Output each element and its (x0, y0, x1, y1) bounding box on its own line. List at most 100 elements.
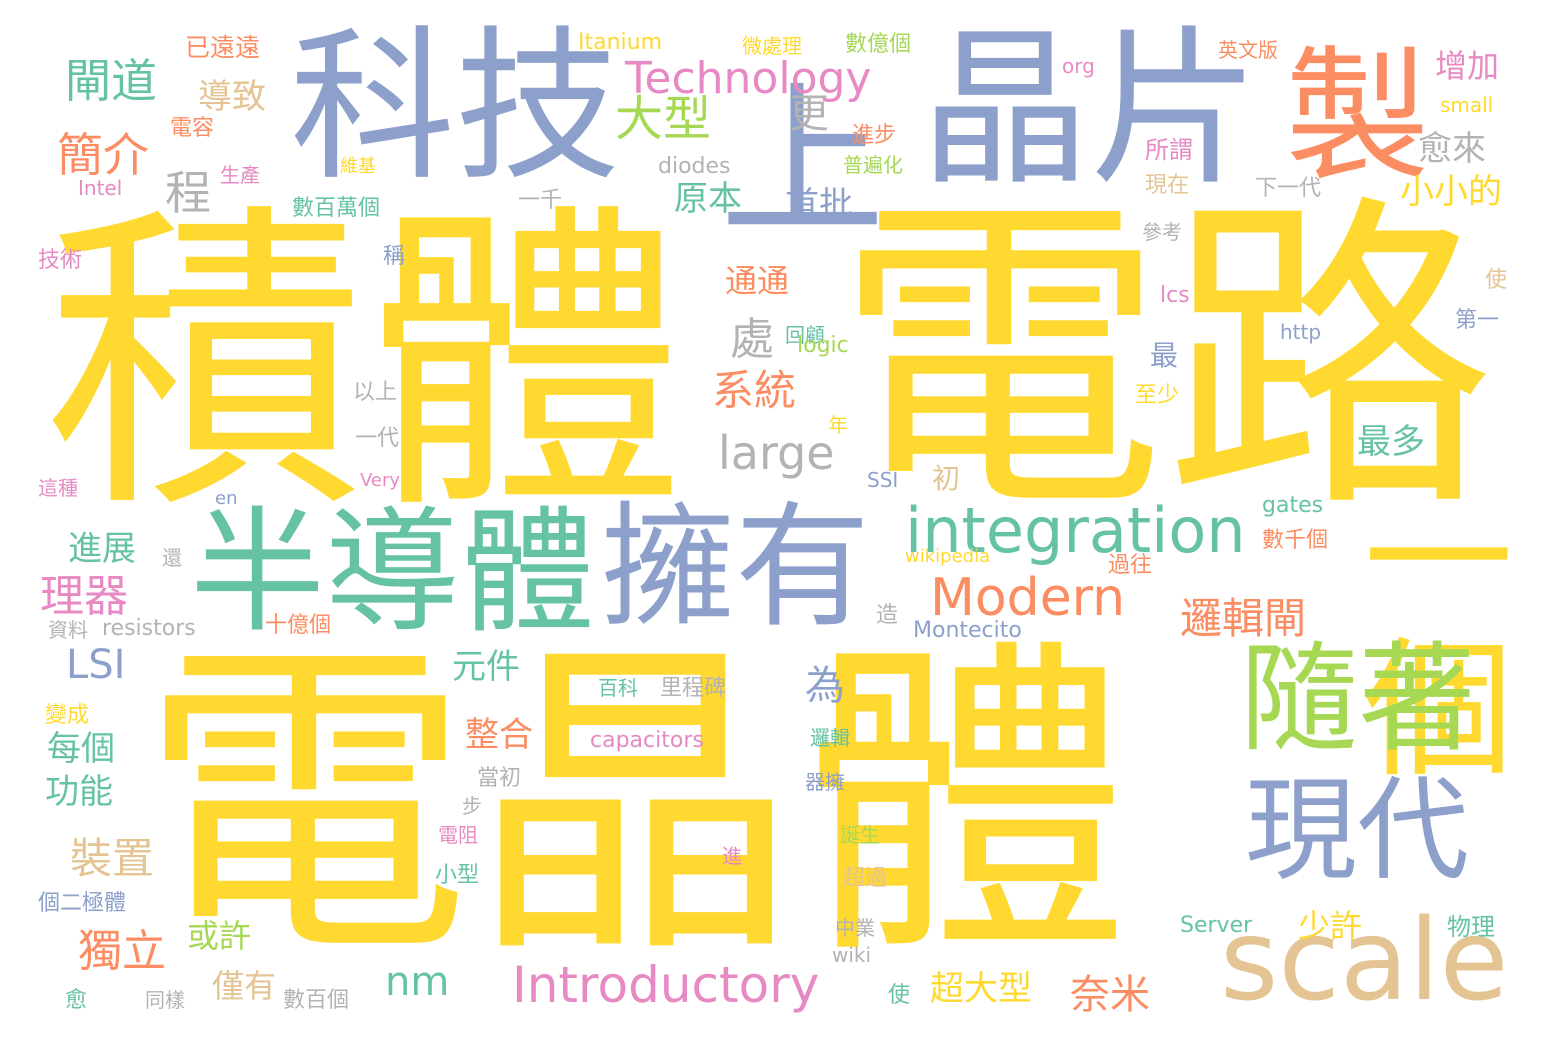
word: wikipedia (905, 546, 991, 567)
word: 十億個 (265, 613, 332, 638)
word: 程 (165, 166, 211, 220)
word: 這種 (38, 476, 78, 500)
word: 獨立 (78, 926, 166, 977)
word: 大型 (615, 91, 712, 147)
word: 奈米 (1070, 972, 1150, 1018)
word: 變成 (45, 703, 90, 728)
word: 一千 (518, 188, 563, 213)
word: 每個 (47, 729, 115, 769)
word-cloud: 電晶體 電路 積體 科技 晶片 製 上 半導體 擁有 一個 隨著 現代 scal… (0, 0, 1548, 1052)
word: Modern (930, 568, 1126, 628)
word: 數百萬個 (292, 196, 381, 221)
word: capacitors (590, 728, 704, 753)
word: 隨著 (1240, 630, 1477, 768)
word: 英文版 (1218, 38, 1278, 62)
word: 或許 (187, 917, 252, 955)
word: 首批 (785, 185, 853, 225)
word: 元件 (452, 647, 520, 687)
word: 生產 (220, 163, 260, 187)
word: gates (1262, 493, 1324, 518)
word: 還 (162, 546, 182, 570)
word: 整合 (465, 715, 533, 755)
word: 技術 (38, 248, 83, 273)
word: 原本 (674, 179, 742, 219)
word: 數千個 (1262, 528, 1329, 553)
word: 最 (1150, 339, 1179, 372)
word: 維基 (340, 156, 376, 177)
word: 造 (876, 603, 899, 628)
word: 以上 (353, 380, 398, 405)
word: 里程碑 (660, 676, 727, 701)
word: 中業 (835, 916, 875, 940)
word: 增加 (1435, 47, 1500, 85)
word: 少許 (1298, 907, 1363, 945)
word: 下一代 (1255, 176, 1322, 201)
word: 閘道 (65, 54, 157, 108)
word: 使 (1485, 268, 1508, 293)
word: Very (360, 470, 401, 491)
word: 物理 (1447, 913, 1495, 941)
word: Introductory (512, 956, 820, 1014)
word: 個二極體 (38, 891, 127, 916)
word: resistors (102, 616, 196, 641)
word: 第一 (1455, 308, 1500, 333)
word: 功能 (45, 772, 113, 812)
word: 同樣 (145, 988, 185, 1012)
word: 普遍化 (843, 153, 903, 177)
word: 初 (932, 462, 961, 495)
word: 百科 (598, 676, 638, 700)
word: lcs (1160, 283, 1190, 308)
word: 電容 (170, 116, 215, 141)
word: 參考 (1142, 220, 1182, 244)
word: 進展 (68, 529, 136, 569)
word: 至少 (1135, 383, 1180, 408)
word: 擁有 (600, 489, 870, 646)
word: 數百個 (283, 988, 350, 1013)
word: Itanium (578, 30, 663, 55)
word: 電阻 (438, 823, 478, 847)
word: 使 (888, 983, 911, 1008)
word: 處 (730, 314, 774, 365)
word: 製 (1285, 33, 1430, 202)
word: 一代 (355, 426, 400, 451)
word: 愈來 (1418, 129, 1486, 169)
word: 數億個 (845, 32, 912, 57)
word: 現代 (1245, 766, 1469, 896)
word: wiki (832, 943, 872, 967)
word: 超大型 (930, 969, 1032, 1009)
word: 步 (462, 794, 482, 818)
word: nm (385, 959, 450, 1005)
word: 邏輯 (810, 726, 850, 750)
word: org (1062, 54, 1095, 78)
word: LSI (66, 642, 126, 688)
word: 簡介 (57, 128, 149, 182)
word: 系統 (712, 366, 797, 415)
word: 稱 (383, 244, 406, 269)
word: 所謂 (1145, 136, 1193, 164)
word: 誕生 (840, 823, 880, 847)
word: 已遠遠 (185, 33, 261, 62)
word: logic (797, 333, 849, 358)
word: 邏輯閘 (1180, 594, 1307, 643)
word: 小型 (435, 863, 480, 888)
word: 年 (828, 413, 848, 437)
word: 資料 (48, 618, 88, 642)
word: 通通 (725, 262, 790, 300)
word: 進步 (852, 123, 897, 148)
word: 晶片 (920, 11, 1261, 209)
word: 進 (722, 844, 742, 868)
word: 導致 (198, 77, 266, 117)
word: 愈 (65, 988, 88, 1013)
word: Montecito (913, 618, 1022, 643)
word: en (215, 488, 238, 509)
word: 超過 (843, 866, 888, 891)
word: 半導體 (190, 494, 595, 651)
word: 僅有 (212, 967, 277, 1005)
word: 現在 (1145, 173, 1190, 198)
word: http (1280, 320, 1322, 344)
word: 當初 (477, 766, 522, 791)
word: 更 (782, 92, 828, 132)
word: 過往 (1108, 553, 1153, 578)
word: Intel (78, 176, 123, 200)
word: 裝置 (70, 834, 155, 883)
